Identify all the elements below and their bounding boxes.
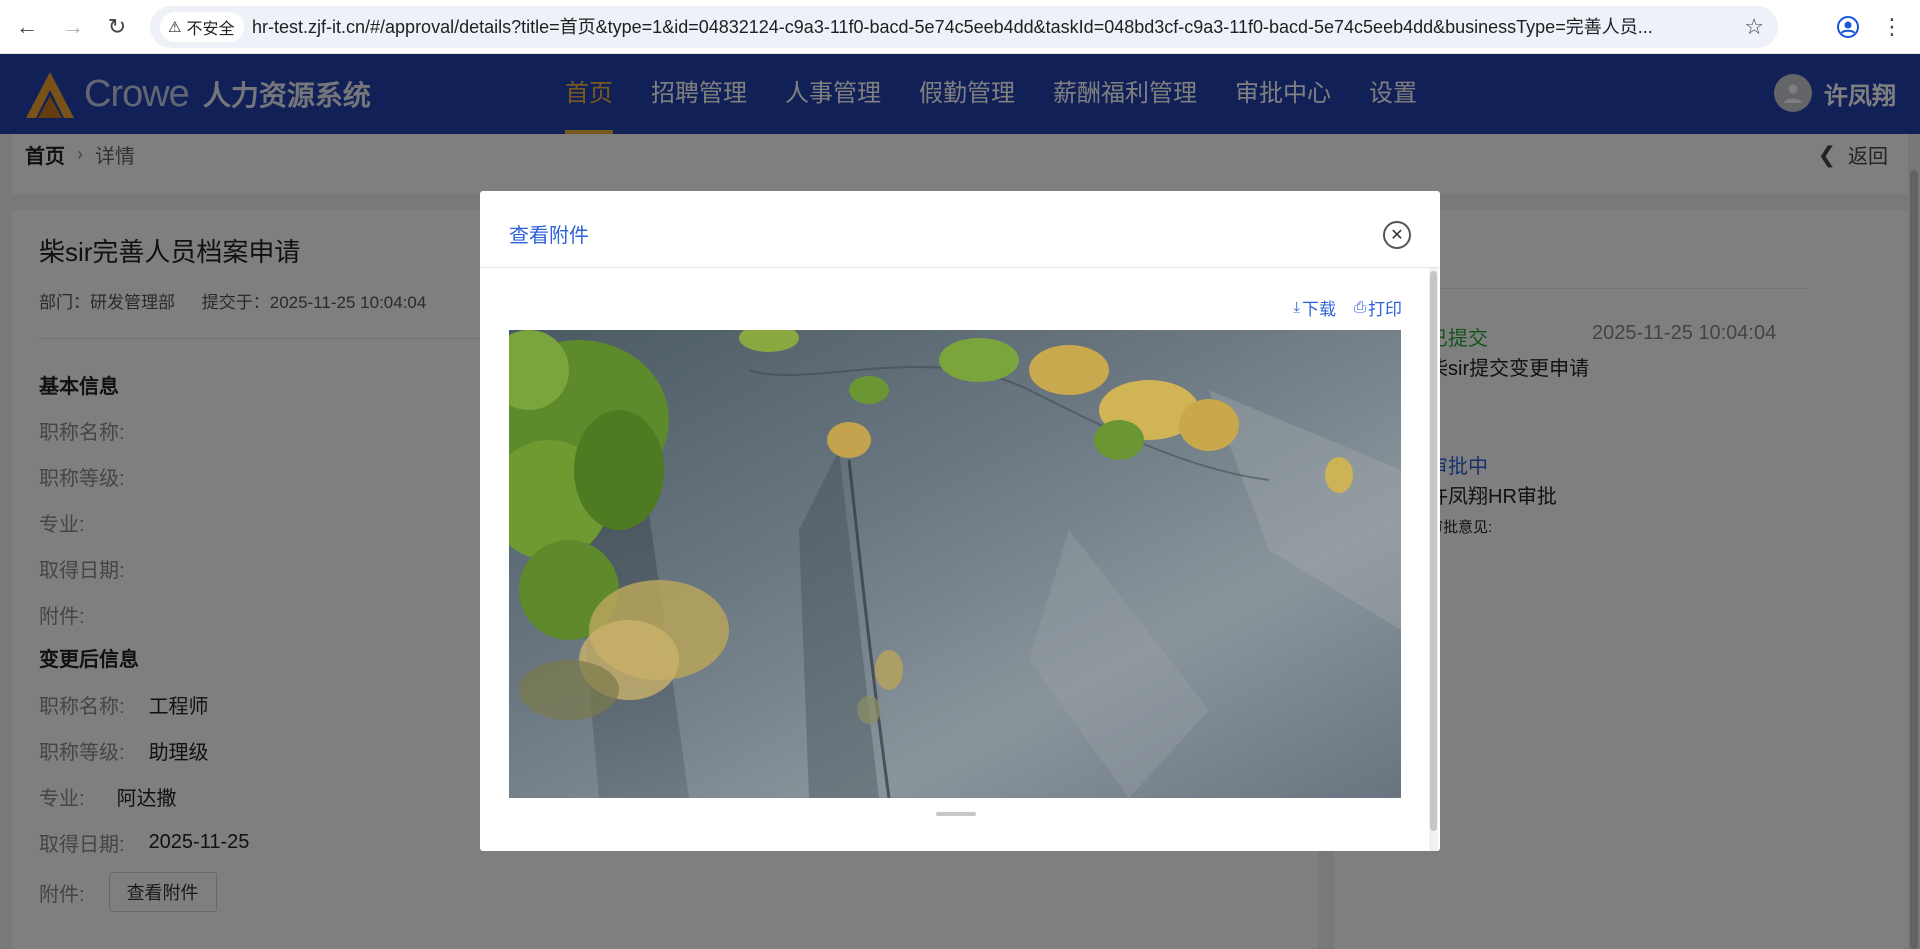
modal-actions: ⤓ 下载 ⎙ 打印 <box>1293 295 1402 320</box>
modal-title: 查看附件 <box>509 225 589 247</box>
download-label: 下载 <box>1301 300 1336 319</box>
browser-toolbar: ← → ↻ ⚠ 不安全 hr-test.zjf-it.cn/#/approval… <box>0 0 1920 54</box>
close-icon[interactable]: ✕ <box>1383 221 1411 249</box>
download-icon: ⤓ <box>1293 299 1300 316</box>
security-indicator[interactable]: ⚠ 不安全 <box>160 12 245 42</box>
rock-cliff-photo <box>509 330 1401 798</box>
reload-icon[interactable]: ↻ <box>100 10 134 44</box>
print-button[interactable]: ⎙ 打印 <box>1354 295 1402 320</box>
profile-icon[interactable] <box>1832 11 1864 43</box>
scrollbar-thumb[interactable] <box>1430 271 1437 831</box>
forward-arrow-icon[interactable]: → <box>56 10 90 44</box>
browser-menu-icon[interactable]: ⋮ <box>1876 11 1908 43</box>
security-label: 不安全 <box>186 21 235 38</box>
back-arrow-icon[interactable]: ← <box>10 10 44 44</box>
address-bar[interactable]: ⚠ 不安全 hr-test.zjf-it.cn/#/approval/detai… <box>150 6 1778 48</box>
printer-icon: ⎙ <box>1353 299 1366 316</box>
print-label: 打印 <box>1368 300 1402 319</box>
attachment-image <box>509 330 1401 798</box>
modal-scrollbar[interactable] <box>1429 268 1438 851</box>
url-text[interactable]: hr-test.zjf-it.cn/#/approval/details?tit… <box>252 6 1672 48</box>
horizontal-scroll-indicator[interactable] <box>936 812 976 816</box>
download-button[interactable]: ⤓ 下载 <box>1293 295 1336 320</box>
attachment-modal: 查看附件 ✕ ⤓ 下载 ⎙ 打印 <box>480 191 1440 851</box>
modal-header: 查看附件 ✕ <box>480 191 1440 268</box>
bookmark-star-icon[interactable]: ☆ <box>1744 6 1764 48</box>
warning-icon: ⚠ <box>168 19 182 36</box>
